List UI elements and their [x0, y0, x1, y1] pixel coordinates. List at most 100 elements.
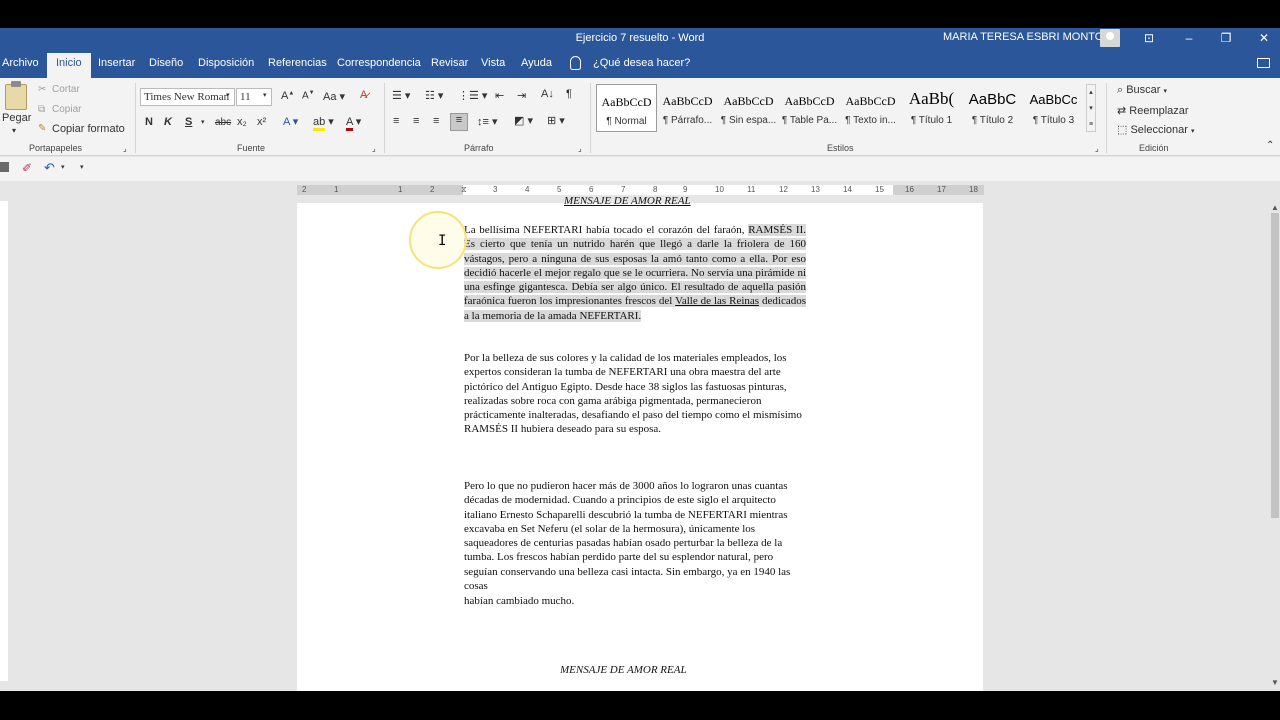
style-name: ¶ Párrafo...: [662, 115, 713, 126]
grow-font-icon[interactable]: A▲: [281, 90, 294, 102]
ruler-indent-marker-icon[interactable]: ⧖: [461, 185, 467, 195]
style-name: ¶ Texto in...: [845, 115, 896, 126]
paragraph-2[interactable]: Por la belleza de sus colores y la calid…: [464, 351, 806, 437]
font-family-chevron-icon[interactable]: ▾: [226, 91, 230, 99]
sort-icon[interactable]: A↓: [541, 88, 554, 100]
clipboard-launcher-icon[interactable]: ⌟: [123, 144, 127, 153]
scroll-down-icon[interactable]: ▼: [1271, 678, 1279, 687]
style-sample: AaBbCcD: [784, 94, 835, 108]
style-titulo-1[interactable]: AaBb( ¶ Título 1: [901, 84, 962, 132]
bold-button[interactable]: N: [145, 116, 153, 128]
paragraph-3[interactable]: Pero lo que no pudieron hacer más de 300…: [464, 479, 806, 593]
paste-icon[interactable]: [5, 84, 27, 110]
select-icon: ⬚: [1117, 124, 1131, 136]
spelling-icon[interactable]: ✐: [22, 161, 32, 175]
justify-icon[interactable]: ≡: [450, 113, 468, 131]
style-table-paragraph[interactable]: AaBbCcD ¶ Table Pa...: [779, 84, 840, 132]
styles-launcher-icon[interactable]: ⌟: [1095, 144, 1099, 153]
tab-vista[interactable]: Vista: [481, 57, 505, 69]
tab-inicio[interactable]: Inicio: [47, 53, 91, 78]
avatar[interactable]: [1100, 29, 1120, 47]
group-divider: [590, 83, 591, 153]
copy-icon[interactable]: ⧉: [38, 104, 45, 115]
style-parrafo[interactable]: AaBbCcD ¶ Párrafo...: [657, 84, 718, 132]
user-name[interactable]: MARIA TERESA ESBRI MONTOLIU: [943, 31, 1120, 43]
text-effects-icon[interactable]: A ▾: [283, 115, 298, 128]
tab-ayuda[interactable]: Ayuda: [521, 57, 552, 69]
vertical-scrollbar[interactable]: ▲ ▼: [1270, 181, 1280, 691]
undo-icon[interactable]: ↶: [44, 160, 55, 176]
tab-insertar[interactable]: Insertar: [98, 57, 135, 69]
multilevel-list-icon[interactable]: ⋮☰ ▾: [458, 89, 487, 102]
undo-chevron-icon[interactable]: ▾: [61, 163, 65, 171]
scrollbar-thumb[interactable]: [1271, 213, 1279, 518]
cut-icon[interactable]: ✂: [38, 84, 46, 95]
style-texto-independiente[interactable]: AaBbCcD ¶ Texto in...: [840, 84, 901, 132]
numbering-icon[interactable]: ☷ ▾: [425, 89, 443, 102]
copy-button[interactable]: Copiar: [52, 104, 81, 115]
align-left-icon[interactable]: ≡: [393, 115, 399, 127]
close-icon[interactable]: ✕: [1253, 29, 1275, 47]
underline-chevron-icon[interactable]: ▾: [201, 118, 205, 126]
document-page[interactable]: MENSAJE DE AMOR REAL La bellísima NEFERT…: [297, 195, 983, 713]
line-spacing-icon[interactable]: ↕≡ ▾: [477, 115, 498, 128]
tab-disposicion[interactable]: Disposición: [198, 57, 254, 69]
style-name: ¶ Normal: [606, 116, 647, 127]
subscript-button[interactable]: x₂: [237, 116, 247, 128]
maximize-icon[interactable]: ❐: [1215, 29, 1237, 47]
tab-referencias[interactable]: Referencias: [268, 57, 327, 69]
tab-correspondencia[interactable]: Correspondencia: [337, 57, 421, 69]
paragraph-launcher-icon[interactable]: ⌟: [578, 144, 582, 153]
select-button[interactable]: ⬚ Seleccionar ▾: [1117, 123, 1195, 136]
ribbon-display-icon[interactable]: ⊡: [1138, 29, 1160, 47]
paste-button[interactable]: Pegar: [2, 112, 31, 124]
superscript-button[interactable]: x²: [257, 116, 266, 128]
format-painter-button[interactable]: Copiar formato: [52, 123, 125, 135]
collapse-ribbon-icon[interactable]: ⌃: [1266, 140, 1274, 151]
decrease-indent-icon[interactable]: ⇤: [495, 89, 504, 102]
paragraph-1[interactable]: La bellísima NEFERTARI había tocado el c…: [464, 223, 806, 323]
find-button[interactable]: ⌕ Buscar ▾: [1117, 84, 1167, 97]
font-size-chevron-icon[interactable]: ▾: [263, 91, 267, 99]
tab-diseno[interactable]: Diseño: [149, 57, 183, 69]
group-label-font: Fuente: [237, 143, 266, 153]
underline-button[interactable]: S: [185, 116, 192, 128]
style-titulo-2[interactable]: AaBbC ¶ Título 2: [962, 84, 1023, 132]
replace-button[interactable]: ⇄ Reemplazar: [1117, 104, 1189, 117]
borders-icon[interactable]: ⊞ ▾: [547, 114, 565, 127]
align-center-icon[interactable]: ≡: [413, 115, 419, 127]
styles-scroll-icon[interactable]: ▴ ▾ ≡: [1086, 84, 1096, 132]
highlight-icon[interactable]: ab ▾: [313, 115, 334, 131]
horizontal-ruler[interactable]: 2 1 1 2 ⧖ 3 4 5 6 7 8 9 10 11 12 13 14 1…: [297, 185, 984, 195]
font-launcher-icon[interactable]: ⌟: [372, 144, 376, 153]
change-case-icon[interactable]: Aa ▾: [323, 90, 345, 103]
paste-dropdown-chevron-icon[interactable]: ▾: [12, 126, 16, 135]
pilcrow-icon[interactable]: ¶: [566, 88, 572, 100]
increase-indent-icon[interactable]: ⇥: [517, 89, 526, 102]
style-titulo-3[interactable]: AaBbCc ¶ Título 3: [1023, 84, 1084, 132]
customize-qat-icon[interactable]: ▾: [80, 163, 84, 171]
tab-archivo[interactable]: Archivo: [2, 57, 39, 69]
paragraph-3-last-line[interactable]: habían cambiado mucho.: [464, 594, 806, 608]
strikethrough-button[interactable]: abc: [215, 117, 231, 128]
align-right-icon[interactable]: ≡: [433, 115, 439, 127]
comments-icon[interactable]: [1257, 58, 1270, 68]
shading-icon[interactable]: ◩ ▾: [514, 114, 533, 127]
font-color-icon[interactable]: A ▾: [346, 115, 361, 131]
format-painter-icon[interactable]: ✎: [38, 123, 46, 134]
font-size-value: 11: [240, 91, 251, 103]
cut-button[interactable]: Cortar: [52, 84, 80, 95]
tab-revisar[interactable]: Revisar: [431, 57, 468, 69]
style-sin-espaciado[interactable]: AaBbCcD ¶ Sin espa...: [718, 84, 779, 132]
clear-formatting-icon[interactable]: A̷: [360, 89, 367, 101]
save-icon[interactable]: [0, 162, 9, 172]
vertical-ruler[interactable]: [0, 201, 8, 681]
bullets-icon[interactable]: ☰ ▾: [392, 89, 410, 102]
font-family-box[interactable]: Times New Roman: [140, 88, 235, 106]
scroll-up-icon[interactable]: ▲: [1271, 203, 1279, 212]
italic-button[interactable]: K: [164, 116, 172, 128]
style-normal[interactable]: AaBbCcD ¶ Normal: [596, 84, 657, 132]
shrink-font-icon[interactable]: A▼: [302, 90, 315, 101]
minimize-icon[interactable]: –: [1178, 29, 1200, 47]
tell-me-search[interactable]: ¿Qué desea hacer?: [593, 57, 690, 69]
